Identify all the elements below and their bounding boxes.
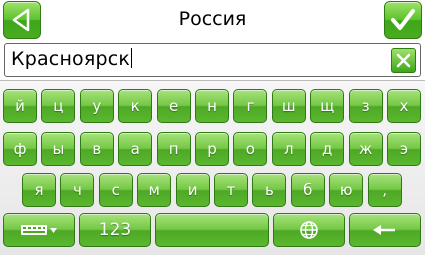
key-label: ч: [72, 181, 82, 199]
key-label: м: [148, 181, 160, 199]
key-м[interactable]: м: [137, 173, 172, 207]
key-ц[interactable]: ц: [41, 89, 76, 123]
backspace-arrow-icon: [373, 225, 395, 235]
key-label: е: [168, 97, 179, 115]
checkmark-icon: [391, 9, 415, 30]
keyboard-layout-icon: [21, 225, 57, 235]
key-ж[interactable]: ж: [348, 132, 383, 166]
key-label: и: [187, 181, 198, 199]
key-label: э: [399, 140, 409, 158]
key-е[interactable]: е: [156, 89, 191, 123]
numbers-key-label: 123: [98, 220, 132, 240]
key-и[interactable]: и: [175, 173, 210, 207]
key-label: ,: [382, 181, 387, 199]
search-input-value: Красноярск: [11, 48, 131, 70]
key-в[interactable]: в: [79, 132, 114, 166]
key-label: с: [111, 181, 120, 199]
back-button[interactable]: [3, 1, 41, 39]
space-key[interactable]: [155, 213, 269, 247]
key-т[interactable]: т: [214, 173, 248, 207]
key-б[interactable]: б: [290, 173, 325, 207]
confirm-button[interactable]: [384, 1, 422, 39]
key-label: щ: [320, 97, 335, 115]
key-у[interactable]: у: [79, 89, 114, 123]
key-label: а: [130, 140, 140, 158]
globe-icon: [300, 221, 318, 239]
key-label: ж: [358, 140, 373, 158]
key-label: т: [226, 181, 236, 199]
key-к[interactable]: к: [118, 89, 153, 123]
key-label: ш: [281, 97, 296, 115]
key-ф[interactable]: ф: [3, 132, 37, 166]
key-label: в: [92, 140, 102, 158]
key-ч[interactable]: ч: [60, 173, 95, 207]
key-label: к: [130, 97, 140, 115]
key-о[interactable]: о: [233, 132, 268, 166]
key-label: ь: [264, 181, 274, 199]
key-label: х: [399, 97, 409, 115]
key-й[interactable]: й: [3, 89, 37, 123]
key-label: г: [246, 97, 255, 115]
key-а[interactable]: а: [118, 132, 153, 166]
header: Россия: [0, 0, 425, 42]
key-я[interactable]: я: [22, 173, 56, 207]
key-label: р: [207, 140, 217, 158]
back-arrow-icon: [12, 8, 30, 32]
numbers-key[interactable]: 123: [79, 213, 151, 247]
key-label: о: [245, 140, 255, 158]
key-р[interactable]: р: [195, 132, 229, 166]
key-label: ю: [339, 181, 353, 199]
key-label: у: [92, 97, 102, 115]
key-х[interactable]: х: [387, 89, 421, 123]
key-л[interactable]: л: [271, 132, 306, 166]
key-щ[interactable]: щ: [310, 89, 345, 123]
key-label: л: [284, 140, 294, 158]
key-label: я: [34, 181, 44, 199]
key-с[interactable]: с: [98, 173, 133, 207]
key-ы[interactable]: ы: [41, 132, 76, 166]
key-label: ц: [53, 97, 64, 115]
key-comma[interactable]: ,: [367, 173, 402, 207]
key-label: й: [15, 97, 25, 115]
key-label: д: [322, 140, 333, 158]
key-ю[interactable]: ю: [329, 173, 364, 207]
text-caret: [131, 48, 133, 68]
language-key[interactable]: [273, 213, 345, 247]
key-д[interactable]: д: [310, 132, 345, 166]
key-label: н: [207, 97, 217, 115]
keyboard-layout-button[interactable]: [3, 213, 75, 247]
key-ш[interactable]: ш: [271, 89, 306, 123]
backspace-key[interactable]: [349, 213, 421, 247]
key-ь[interactable]: ь: [252, 173, 287, 207]
key-н[interactable]: н: [195, 89, 229, 123]
key-э[interactable]: э: [387, 132, 421, 166]
key-label: п: [168, 140, 179, 158]
key-п[interactable]: п: [156, 132, 191, 166]
key-label: ф: [13, 140, 27, 158]
key-з[interactable]: з: [348, 89, 383, 123]
key-label: ы: [52, 140, 65, 158]
clear-button[interactable]: [391, 48, 416, 73]
clear-x-icon: [396, 53, 411, 68]
search-input[interactable]: Красноярск: [4, 43, 421, 77]
key-label: з: [361, 97, 370, 115]
key-г[interactable]: г: [233, 89, 268, 123]
page-title: Россия: [178, 8, 247, 30]
key-label: б: [303, 181, 313, 199]
onscreen-keyboard: 123 й ц у к е н г ш щ з х ф ы в а п р о л д ж э я ч с м и т ь б ю,: [0, 80, 425, 255]
